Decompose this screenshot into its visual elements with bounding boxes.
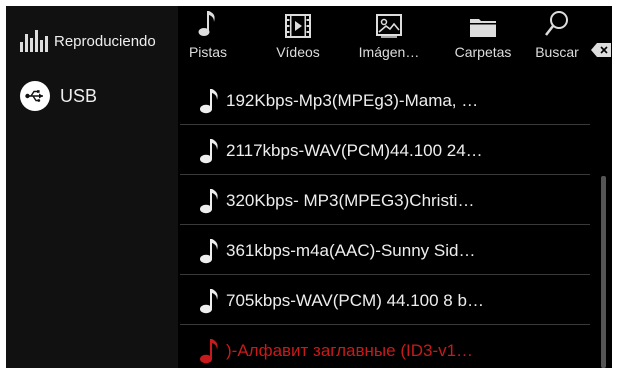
sidebar-item-usb[interactable]: USB	[6, 76, 178, 116]
track-row[interactable]: 705kbps-WAV(PCM) 44.100 8 b…	[180, 278, 590, 325]
image-icon	[376, 6, 402, 38]
tab-carpetas[interactable]: Carpetas	[448, 6, 518, 66]
tab-label: Vídeos	[276, 44, 320, 60]
music-note-icon	[200, 89, 218, 114]
scrollbar[interactable]	[600, 66, 608, 368]
track-row[interactable]: 192Kbps-Mp3(MPEg3)-Mama, …	[180, 78, 590, 125]
sidebar-item-label: Reproduciendo	[54, 32, 156, 50]
track-row[interactable]: 2117kbps-WAV(PCM)44.100 24…	[180, 128, 590, 175]
music-note-icon	[200, 139, 218, 164]
tab-buscar[interactable]: Buscar	[528, 6, 586, 66]
category-tab-bar: Pistas Vídeos Imágen… Carpetas Buscar	[178, 6, 612, 66]
music-note-icon	[200, 339, 218, 364]
sidebar-item-now-playing[interactable]: Reproduciendo	[6, 24, 178, 58]
tab-imagenes[interactable]: Imágen…	[354, 6, 424, 66]
music-note-icon	[198, 6, 218, 38]
track-title: 2117kbps-WAV(PCM)44.100 24…	[226, 141, 483, 160]
usb-icon	[20, 81, 50, 111]
track-title: 361kbps-m4a(AAC)-Sunny Sid…	[226, 241, 476, 260]
tab-label: Carpetas	[454, 44, 512, 60]
track-row[interactable]: 361kbps-m4a(AAC)-Sunny Sid…	[180, 228, 590, 275]
music-note-icon	[200, 289, 218, 314]
sidebar-item-label: USB	[60, 85, 98, 106]
media-player-screen: Reproduciendo USB Pistas Vídeos Imágen… …	[6, 6, 612, 368]
sidebar: Reproduciendo USB	[6, 6, 178, 368]
backspace-icon[interactable]	[590, 42, 612, 58]
tab-label: Pistas	[188, 44, 228, 60]
tab-pistas[interactable]: Pistas	[182, 6, 234, 66]
music-note-icon	[200, 239, 218, 264]
film-icon	[285, 6, 311, 38]
track-row[interactable]: 320Kbps- MP3(MPEG3)Christi…	[180, 178, 590, 225]
equalizer-icon	[20, 30, 48, 52]
tab-label: Buscar	[535, 44, 579, 60]
tab-label: Imágen…	[358, 44, 420, 60]
track-title: )-Алфавит заглавные (ID3-v1…	[226, 341, 474, 360]
tab-videos[interactable]: Vídeos	[268, 6, 328, 66]
music-note-icon	[200, 189, 218, 214]
search-icon	[544, 6, 570, 38]
track-row-active[interactable]: )-Алфавит заглавные (ID3-v1…	[180, 328, 590, 368]
track-title: 320Kbps- MP3(MPEG3)Christi…	[226, 191, 475, 210]
track-title: 192Kbps-Mp3(MPEg3)-Mama, …	[226, 91, 479, 110]
folder-icon	[469, 6, 497, 38]
scrollbar-thumb[interactable]	[601, 176, 606, 368]
track-title: 705kbps-WAV(PCM) 44.100 8 b…	[226, 291, 484, 310]
